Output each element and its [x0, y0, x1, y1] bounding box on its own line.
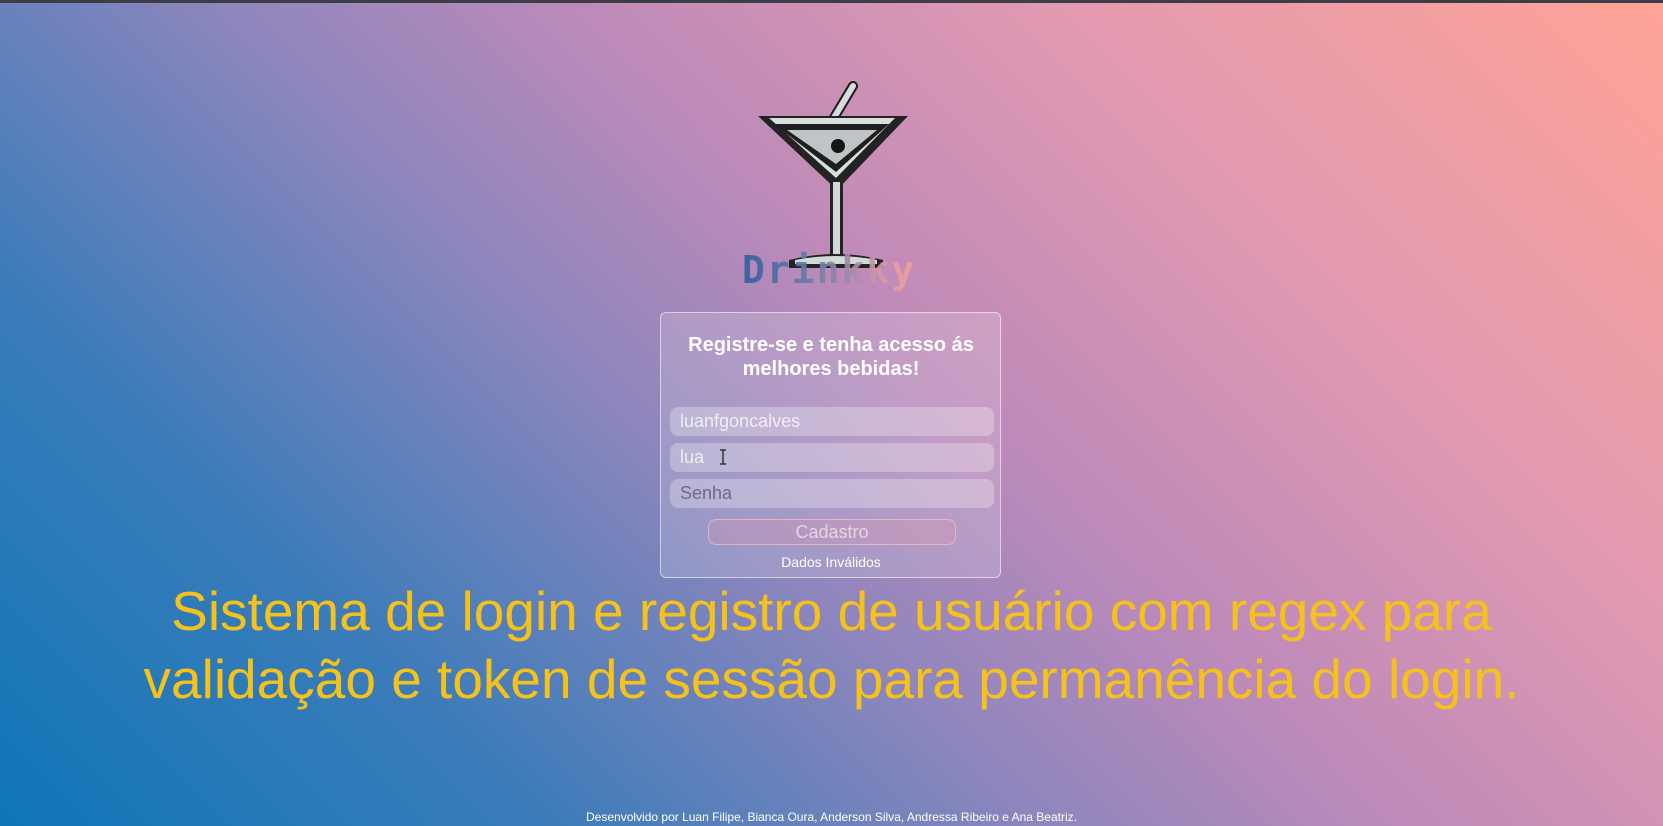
register-button[interactable]: Cadastro [708, 519, 956, 545]
project-description: Sistema de login e registro de usuário c… [143, 580, 1520, 710]
register-title: Registre-se e tenha acesso ás melhores b… [688, 334, 974, 380]
error-message: Dados Inválidos [781, 554, 881, 570]
username-input[interactable] [670, 407, 994, 436]
text-cursor-icon [719, 448, 727, 466]
window-top-bar [0, 0, 1663, 3]
password-input[interactable] [670, 479, 994, 508]
footer-credits: Desenvolvido por Luan Filipe, Bianca Our… [586, 810, 1077, 824]
brand-name: Drinkky [742, 248, 932, 292]
register-card: Registre-se e tenha acesso ás melhores b… [660, 312, 1001, 578]
